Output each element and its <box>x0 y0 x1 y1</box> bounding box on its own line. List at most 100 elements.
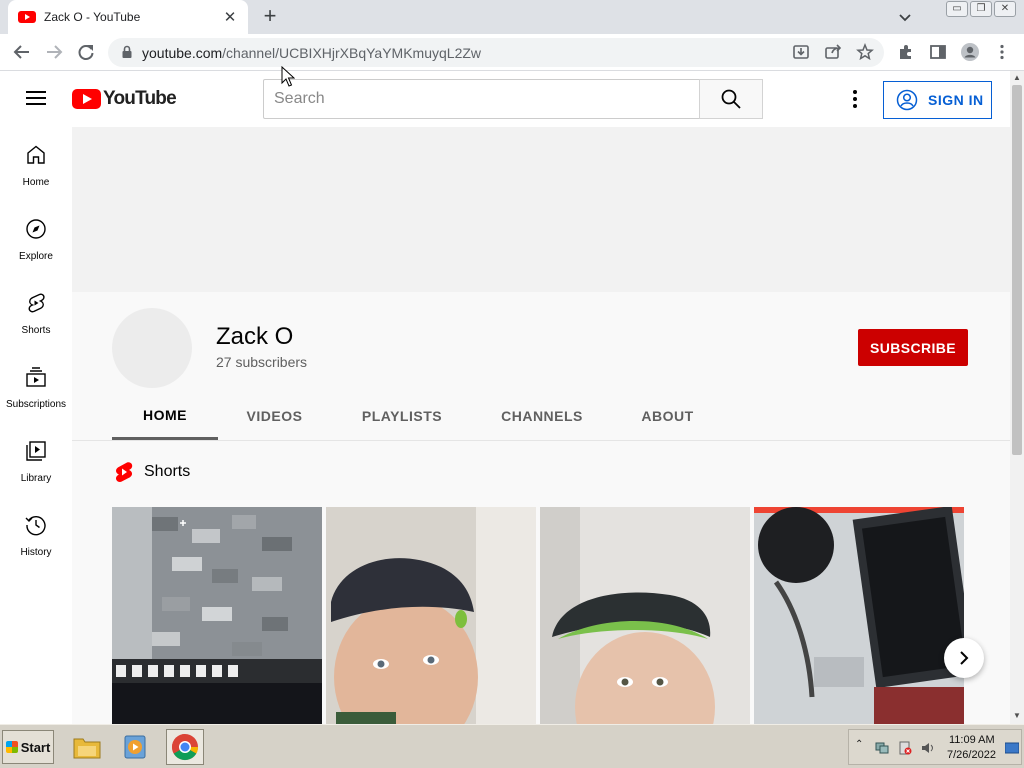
clock-time[interactable]: 11:09 AM <box>949 734 995 746</box>
minimize-button[interactable]: ▭ <box>946 1 968 17</box>
short-thumbnail[interactable] <box>112 507 322 724</box>
extensions-puzzle-icon[interactable] <box>894 40 918 64</box>
sign-in-button[interactable]: SIGN IN <box>883 81 992 119</box>
browser-toolbar: youtube.com/channel/UCBIXHjrXBqYaYMKmuyq… <box>0 34 1024 71</box>
guide-label: Subscriptions <box>5 399 67 410</box>
channel-name: Zack O <box>216 323 294 350</box>
page-viewport: YouTube SIGN IN Home Explore Shorts Subs… <box>0 71 1024 724</box>
shorts-icon <box>28 293 45 313</box>
profile-avatar-icon[interactable] <box>958 40 982 64</box>
short-thumbnail[interactable] <box>754 507 964 724</box>
search-button[interactable] <box>699 79 763 119</box>
windows-taskbar: Start ⌃ 11:09 AM 7/26/2022 <box>0 724 1024 768</box>
start-label: Start <box>20 739 51 755</box>
logo-text: YouTube <box>103 88 177 109</box>
guide-item-library[interactable]: Library <box>0 423 72 497</box>
home-icon <box>27 145 45 164</box>
browser-tab[interactable]: Zack O - YouTube ✕ <box>8 0 248 34</box>
back-arrow-icon[interactable] <box>10 40 34 64</box>
lock-icon[interactable] <box>120 45 134 59</box>
subscriber-count: 27 subscribers <box>216 354 308 370</box>
tab-home[interactable]: HOME <box>112 392 218 440</box>
tab-videos[interactable]: VIDEOS <box>218 392 331 440</box>
tabs-divider <box>72 440 1010 441</box>
browser-tabstrip: Zack O - YouTube ✕ + ▭ ❐ ✕ <box>0 0 1024 34</box>
new-tab-button[interactable]: + <box>258 4 282 28</box>
url-host: youtube.com <box>142 45 223 61</box>
youtube-play-icon <box>72 89 101 109</box>
mouse-cursor-icon <box>281 66 295 87</box>
history-icon <box>25 516 46 536</box>
clock-date[interactable]: 7/26/2022 <box>947 749 996 761</box>
guide-item-subscriptions[interactable]: Subscriptions <box>0 349 72 423</box>
security-alert-icon[interactable] <box>898 741 912 755</box>
forward-arrow-icon[interactable] <box>42 40 66 64</box>
guide-label: Explore <box>19 251 53 262</box>
guide-item-history[interactable]: History <box>0 497 72 571</box>
start-button[interactable]: Start <box>2 730 54 764</box>
short-thumbnail[interactable] <box>540 507 750 724</box>
url-text: youtube.com/channel/UCBIXHjrXBqYaYMKmuyq… <box>142 45 481 61</box>
library-icon <box>26 441 46 461</box>
close-window-button[interactable]: ✕ <box>994 1 1016 17</box>
tab-about[interactable]: ABOUT <box>611 392 724 440</box>
youtube-favicon-icon <box>18 11 36 23</box>
guide-label: Shorts <box>21 325 51 336</box>
guide-item-home[interactable]: Home <box>0 127 72 201</box>
search-input[interactable] <box>263 79 700 119</box>
channel-header: Zack O 27 subscribers SUBSCRIBE HOME VID… <box>72 292 1010 440</box>
guide-label: History <box>20 547 52 558</box>
compass-icon <box>26 219 46 239</box>
browser-menu-icon[interactable] <box>990 40 1014 64</box>
install-app-icon[interactable] <box>790 41 812 63</box>
settings-kebab-icon[interactable] <box>843 87 867 111</box>
scroll-down-arrow-icon[interactable]: ▼ <box>1012 711 1022 721</box>
shorts-title: Shorts <box>144 463 191 480</box>
network-icon[interactable] <box>875 741 889 755</box>
address-bar[interactable]: youtube.com/channel/UCBIXHjrXBqYaYMKmuyq… <box>108 38 884 67</box>
tab-close-icon[interactable]: ✕ <box>222 8 238 26</box>
media-player-taskbar-icon[interactable] <box>116 729 154 765</box>
guide-label: Home <box>22 177 50 188</box>
guide-item-explore[interactable]: Explore <box>0 201 72 275</box>
tab-channels[interactable]: CHANNELS <box>473 392 611 440</box>
shorts-logo-icon <box>116 462 133 482</box>
guide-label: Library <box>20 473 52 484</box>
subscribe-button[interactable]: SUBSCRIBE <box>858 329 968 366</box>
volume-icon[interactable] <box>921 741 935 755</box>
tab-search-chevron-icon[interactable] <box>894 6 916 28</box>
show-hidden-icons-icon[interactable]: ⌃ <box>855 739 863 750</box>
url-path: /channel/UCBIXHjrXBqYaYMKmuyqL2Zw <box>222 45 482 61</box>
restore-button[interactable]: ❐ <box>970 1 992 17</box>
youtube-masthead: YouTube SIGN IN <box>0 71 1010 127</box>
share-icon[interactable] <box>822 41 844 63</box>
bookmark-star-icon[interactable] <box>854 41 876 63</box>
channel-banner <box>72 127 1010 292</box>
page-scrollbar[interactable]: ▲ ▼ <box>1010 71 1024 724</box>
reload-icon[interactable] <box>74 40 98 64</box>
chrome-taskbar-icon[interactable] <box>166 729 204 765</box>
tab-title: Zack O - YouTube <box>44 10 141 24</box>
shelf-next-button[interactable] <box>944 638 984 678</box>
hamburger-menu-icon[interactable] <box>24 87 48 111</box>
file-explorer-taskbar-icon[interactable] <box>68 729 106 765</box>
side-panel-icon[interactable] <box>926 40 950 64</box>
short-thumbnail[interactable] <box>326 507 536 724</box>
mini-guide: Home Explore Shorts Subscriptions Librar… <box>0 127 72 724</box>
guide-item-shorts[interactable]: Shorts <box>0 275 72 349</box>
account-circle-icon <box>896 89 918 111</box>
windows-logo-icon <box>5 741 18 753</box>
shorts-shelf-header: Shorts <box>114 461 190 483</box>
youtube-logo[interactable]: YouTube <box>72 88 177 109</box>
scroll-up-arrow-icon[interactable]: ▲ <box>1012 73 1022 83</box>
window-controls: ▭ ❐ ✕ <box>946 1 1016 17</box>
show-desktop-icon[interactable] <box>1005 741 1019 755</box>
system-tray: ⌃ 11:09 AM 7/26/2022 <box>848 729 1022 765</box>
sign-in-label: SIGN IN <box>928 92 984 108</box>
tab-playlists[interactable]: PLAYLISTS <box>331 392 473 440</box>
search-icon <box>721 89 741 109</box>
channel-avatar[interactable] <box>112 308 192 388</box>
subscriptions-icon <box>26 367 46 387</box>
chevron-right-icon <box>960 651 969 665</box>
scroll-thumb[interactable] <box>1012 85 1022 455</box>
